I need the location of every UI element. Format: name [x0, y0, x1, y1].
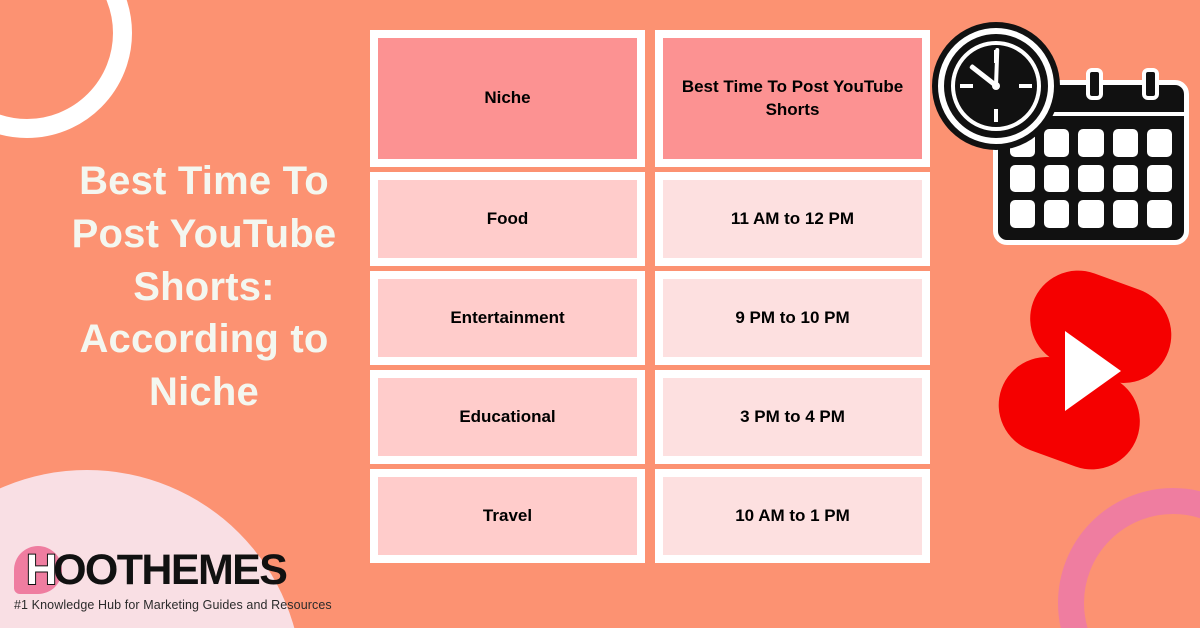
clock-calendar-icon-group	[938, 28, 1200, 260]
table-header-niche: Niche	[370, 30, 645, 167]
table-header-time: Best Time To Post YouTube Shorts	[655, 30, 930, 167]
table-row: Entertainment 9 PM to 10 PM	[370, 271, 930, 365]
calendar-day-cell	[1044, 164, 1070, 193]
hoothemes-logo[interactable]: H OOTHEMES #1 Knowledge Hub for Marketin…	[14, 545, 332, 612]
calendar-day-cell	[1010, 164, 1036, 193]
calendar-day-cell	[1078, 164, 1104, 193]
calendar-ring	[1086, 68, 1103, 100]
cell-time: 10 AM to 1 PM	[655, 469, 930, 563]
clock-icon	[938, 28, 1054, 144]
clock-center-dot	[992, 82, 1000, 90]
decorative-ring-bottom-right	[1058, 488, 1200, 628]
cell-niche: Educational	[370, 370, 645, 464]
cell-time: 9 PM to 10 PM	[655, 271, 930, 365]
youtube-shorts-icon	[995, 268, 1175, 473]
calendar-day-cell	[1044, 200, 1070, 228]
cell-time: 11 AM to 12 PM	[655, 172, 930, 266]
clock-tick-3	[1019, 84, 1032, 88]
logo-mark-row: H OOTHEMES	[14, 545, 332, 594]
infographic-canvas: Best Time To Post YouTube Shorts: Accord…	[0, 0, 1200, 628]
table-row: Food 11 AM to 12 PM	[370, 172, 930, 266]
cell-niche: Food	[370, 172, 645, 266]
calendar-day-cell	[1112, 164, 1138, 193]
table-row: Educational 3 PM to 4 PM	[370, 370, 930, 464]
decorative-ring-top-left	[0, 0, 132, 138]
calendar-day-cell	[1010, 200, 1036, 228]
calendar-day-cell	[1044, 129, 1070, 157]
calendar-day-cell	[1146, 129, 1172, 157]
page-title: Best Time To Post YouTube Shorts: Accord…	[48, 155, 360, 419]
logo-badge-letter: H	[25, 545, 58, 594]
logo-wordmark: OOTHEMES	[53, 545, 288, 594]
logo-tagline: #1 Knowledge Hub for Marketing Guides an…	[14, 598, 332, 612]
calendar-day-cell	[1112, 129, 1138, 157]
clock-tick-6	[994, 109, 998, 122]
cell-time: 3 PM to 4 PM	[655, 370, 930, 464]
cell-niche: Entertainment	[370, 271, 645, 365]
niche-posting-time-table: Niche Best Time To Post YouTube Shorts F…	[370, 30, 930, 563]
table-row: Travel 10 AM to 1 PM	[370, 469, 930, 563]
cell-niche: Travel	[370, 469, 645, 563]
calendar-day-grid	[1010, 129, 1172, 228]
calendar-day-cell	[1146, 164, 1172, 193]
clock-tick-9	[960, 84, 973, 88]
table-header-row: Niche Best Time To Post YouTube Shorts	[370, 30, 930, 167]
page-title-text: Best Time To Post YouTube Shorts: Accord…	[71, 159, 337, 415]
calendar-day-cell	[1112, 200, 1138, 228]
youtube-shorts-svg	[998, 270, 1172, 470]
calendar-day-cell	[1078, 129, 1104, 157]
calendar-day-cell	[1078, 200, 1104, 228]
calendar-ring	[1142, 68, 1159, 100]
calendar-day-cell	[1146, 200, 1172, 228]
